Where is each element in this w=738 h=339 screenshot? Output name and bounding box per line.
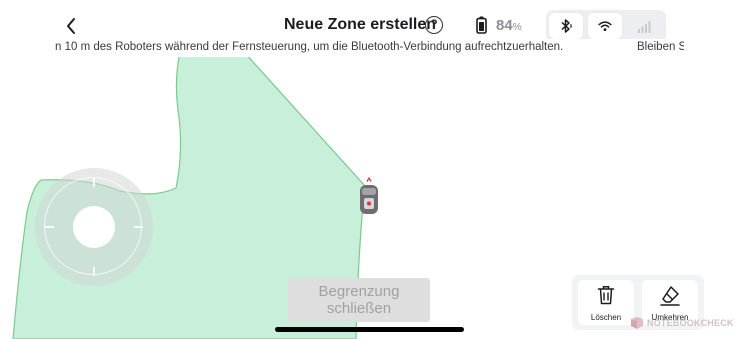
hint-banner: n 10 m des Roboters während der Fernsteu… (55, 39, 684, 57)
bluetooth-toggle[interactable] (549, 13, 583, 39)
wifi-toggle[interactable] (588, 13, 622, 39)
eraser-icon (660, 286, 680, 306)
notebookcheck-logo-icon (631, 317, 643, 329)
trash-icon (597, 286, 615, 305)
watermark-text: NOTEBOOKCHECK (647, 318, 734, 328)
battery-icon (476, 16, 487, 34)
chevron-left-icon (67, 18, 75, 34)
watermark: NOTEBOOKCHECK (630, 315, 734, 331)
joystick-tick-left (45, 226, 54, 228)
robot-mower-icon (360, 177, 378, 214)
back-button[interactable] (58, 12, 84, 40)
wifi-icon (598, 21, 612, 31)
battery-unit: % (512, 22, 522, 33)
home-indicator[interactable] (275, 327, 464, 332)
joystick-tick-up (93, 178, 95, 187)
connection-toggle-group (546, 10, 666, 42)
bluetooth-icon (561, 19, 572, 33)
joystick-knob[interactable] (73, 206, 115, 248)
cellular-toggle[interactable] (627, 13, 661, 39)
page-title: Neue Zone erstellen (284, 16, 437, 33)
hint-text: n 10 m des Roboters während der Fernsteu… (55, 41, 564, 53)
joystick[interactable] (35, 168, 153, 286)
joystick-tick-right (134, 226, 143, 228)
delete-button[interactable]: Löschen (578, 280, 634, 325)
cellular-signal-icon (638, 20, 651, 33)
battery-value: 84 (496, 17, 513, 34)
joystick-tick-down (93, 267, 95, 276)
hint-text-next: Bleiben S (637, 41, 684, 53)
help-button[interactable]: ? (425, 16, 443, 34)
close-boundary-button[interactable]: Begrenzung schließen (288, 278, 430, 322)
question-circle-icon: ? (430, 17, 438, 31)
delete-label: Löschen (590, 313, 622, 322)
battery-level: 84% (496, 17, 522, 34)
